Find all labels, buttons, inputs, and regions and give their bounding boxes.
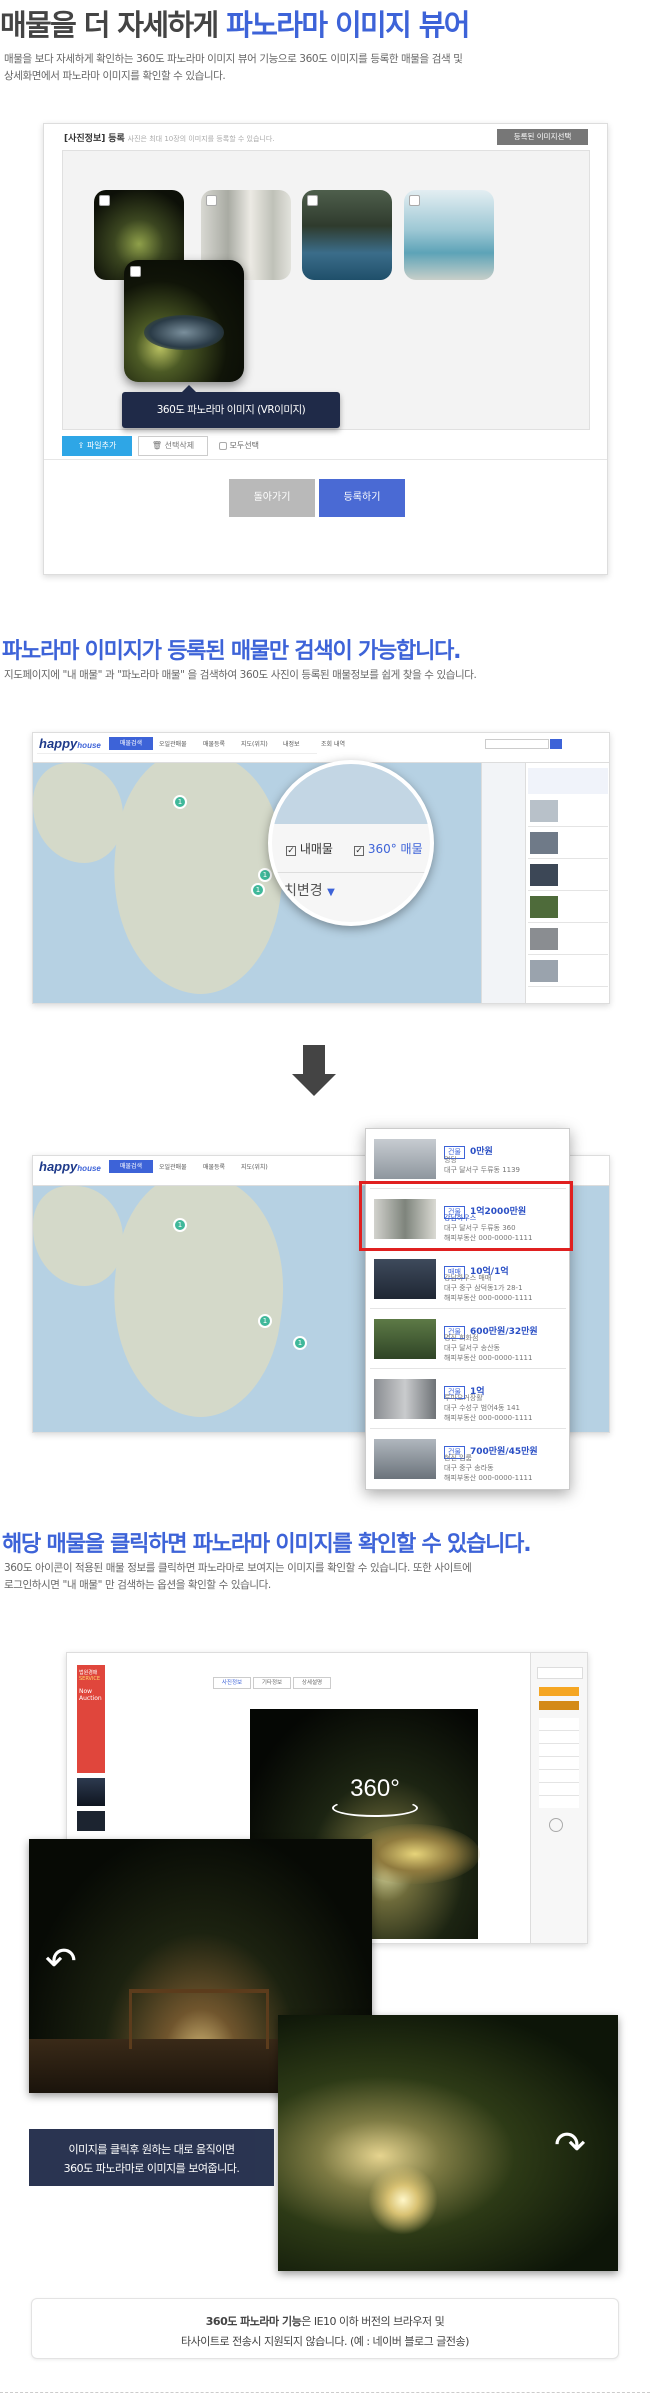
- side-thumbnail[interactable]: [77, 1778, 105, 1806]
- my-listing-filter[interactable]: ✓ 내매물: [286, 840, 333, 857]
- tab-map-search[interactable]: 매물검색: [109, 1160, 153, 1173]
- map-sidebar: [481, 763, 525, 1003]
- list-item[interactable]: [528, 957, 608, 987]
- rotate-left-arrow-icon[interactable]: ↶: [45, 1941, 85, 1981]
- checkbox-checked-icon[interactable]: ✓: [286, 846, 296, 856]
- listing-item-3[interactable]: 매매 10억/1억 강남하우스 매매 대구 중구 삼덕동1가 28-1 해피부동…: [370, 1253, 566, 1309]
- panorama-thumbnail-enlarged[interactable]: [124, 260, 244, 382]
- upload-icon: ⇪: [77, 441, 85, 450]
- panorama-photo-2[interactable]: ↷: [278, 2015, 618, 2271]
- listing-item-6[interactable]: 건물 700만원/45만원 현진 임룸 대구 중구 송라동 해피부동산 000-…: [370, 1433, 566, 1487]
- tab-location[interactable]: 지도(위치): [241, 739, 268, 748]
- dropdown-arrow-icon: ▼: [327, 887, 335, 898]
- thumbnail-checkbox[interactable]: [130, 266, 141, 277]
- checkbox-checked-icon[interactable]: ✓: [354, 846, 364, 856]
- select-all-checkbox[interactable]: [219, 441, 227, 450]
- zoom-magnifier: ✓ 내매물 ✓ 360° 매물 치변경 ▼: [268, 760, 434, 926]
- photo-register-frame: [사진정보] 등록 사진은 최대 10장의 이미지를 등록할 수 있습니다. 등…: [43, 123, 608, 575]
- panel-header: [사진정보] 등록 사진은 최대 10장의 이미지를 등록할 수 있습니다.: [64, 134, 275, 144]
- rotate-right-arrow-icon[interactable]: ↷: [554, 2125, 594, 2165]
- tab-photo-info[interactable]: 사진정보: [213, 1677, 251, 1689]
- happyhouse-logo[interactable]: happyhouse: [39, 736, 101, 751]
- back-button[interactable]: 돌아가기: [229, 479, 315, 517]
- vr-tooltip-text: 360도 파노라마 이미지 (VR이미지): [156, 404, 306, 416]
- section3-title: 해당 매물을 클릭하면 파노라마 이미지를 확인할 수 있습니다.: [2, 1532, 532, 1557]
- listing-item-5[interactable]: 건물 1억 루마오거장활 대구 수성구 범어4동 141 해피부동산 000-0…: [370, 1373, 566, 1429]
- tab-detail-desc[interactable]: 상세설명: [293, 1677, 331, 1689]
- map-marker[interactable]: 1: [258, 1314, 272, 1328]
- trash-icon: 🗑: [151, 441, 163, 450]
- bottom-divider: [0, 2392, 650, 2394]
- compatibility-note: 360도 파노라마 기능은 IE10 이하 버전의 브라우저 및 타사이트로 전…: [31, 2298, 619, 2359]
- photo-thumbnail-4[interactable]: [404, 190, 494, 280]
- up-arrow-icon[interactable]: [549, 1818, 563, 1832]
- listing-panel-1: [525, 763, 609, 1003]
- section3-desc-line1: 360도 아이콘이 적용된 매물 정보를 클릭하면 파노라마로 보여지는 이미지…: [4, 1562, 472, 1574]
- section1-desc-line2: 상세화면에서 파노라마 이미지를 확인할 수 있습니다.: [4, 70, 226, 82]
- thumbnail-checkbox[interactable]: [99, 195, 110, 206]
- tab-history[interactable]: 조회 내역: [321, 739, 345, 748]
- thumbnail-checkbox[interactable]: [307, 195, 318, 206]
- auction-banner[interactable]: 법원경매 SERVICE Now Auction: [77, 1665, 105, 1773]
- section1-desc-line1: 매물을 보다 자세하게 확인하는 360도 파노라마 이미지 뷰어 기능으로 3…: [4, 53, 463, 65]
- photo-thumbnail-3[interactable]: [302, 190, 392, 280]
- list-item[interactable]: [528, 829, 608, 859]
- panorama-360-badge: 360°: [332, 1775, 418, 1817]
- listing-item-4[interactable]: 건물 600만원/32만원 명진 회화점 대구 달서구 송산동 해피부동산 00…: [370, 1313, 566, 1369]
- delete-selected-button[interactable]: 🗑 선택삭제: [138, 436, 208, 456]
- site-header: happyhouse 매물검색 오일관매물 매물등록 지도(위치) 내정보 조회…: [33, 733, 609, 763]
- search-button[interactable]: [550, 739, 562, 749]
- map-marker[interactable]: 1: [173, 795, 187, 809]
- tab-myinfo[interactable]: 내정보: [283, 739, 300, 748]
- side-thumbnail[interactable]: [77, 1811, 105, 1831]
- tab-map-search[interactable]: 매물검색: [109, 737, 153, 750]
- section1-title: 매물을 더 자세하게 파노라마 이미지 뷰어: [0, 8, 470, 42]
- selected-listing-highlight: [359, 1181, 573, 1251]
- thumbnail-checkbox[interactable]: [409, 195, 420, 206]
- section3-desc-line2: 로그인하시면 "내 매물" 만 검색하는 옵션을 확인할 수 있습니다.: [4, 1579, 271, 1591]
- region-change-label[interactable]: 치변경 ▼: [284, 880, 335, 900]
- map-marker[interactable]: 1: [293, 1336, 307, 1350]
- vr-tooltip: 360도 파노라마 이미지 (VR이미지): [122, 385, 340, 428]
- tab-oil[interactable]: 오일관매물: [159, 739, 187, 748]
- section2-title: 파노라마 이미지가 등록된 매물만 검색이 가능합니다.: [2, 639, 462, 664]
- list-item[interactable]: [528, 893, 608, 923]
- map-marker[interactable]: 1: [258, 868, 272, 882]
- panorama-listing-filter[interactable]: ✓ 360° 매물: [354, 840, 423, 857]
- tab-register[interactable]: 매물등록: [203, 739, 225, 748]
- tab-register[interactable]: 매물등록: [203, 1162, 225, 1171]
- search-input[interactable]: [485, 739, 549, 749]
- thumbnail-checkbox[interactable]: [206, 195, 217, 206]
- tab-oil[interactable]: 오일관매물: [159, 1162, 187, 1171]
- tab-location[interactable]: 지도(위치): [241, 1162, 268, 1171]
- list-item[interactable]: [528, 797, 608, 827]
- add-file-button[interactable]: ⇪ 파일추가: [62, 436, 132, 456]
- registered-image-select-button[interactable]: 등록된 이미지선택: [497, 129, 588, 145]
- arrow-down-icon: [303, 1045, 325, 1075]
- select-all[interactable]: 모두선택: [219, 440, 259, 451]
- tab-other-info[interactable]: 기타정보: [253, 1677, 291, 1689]
- panorama-caption: 이미지를 클릭후 원하는 대로 움직이면 360도 파노라마로 이미지를 보여줍…: [29, 2129, 274, 2186]
- map-marker[interactable]: 1: [173, 1218, 187, 1232]
- right-sidebar: [530, 1653, 587, 1943]
- list-item[interactable]: [528, 925, 608, 955]
- section2-desc: 지도페이지에 "내 매물" 과 "파노라마 매물" 을 검색하여 360도 사진…: [4, 669, 477, 681]
- register-button[interactable]: 등록하기: [319, 479, 405, 517]
- list-item[interactable]: [528, 861, 608, 891]
- happyhouse-logo[interactable]: happyhouse: [39, 1159, 101, 1174]
- map-marker[interactable]: 1: [251, 883, 265, 897]
